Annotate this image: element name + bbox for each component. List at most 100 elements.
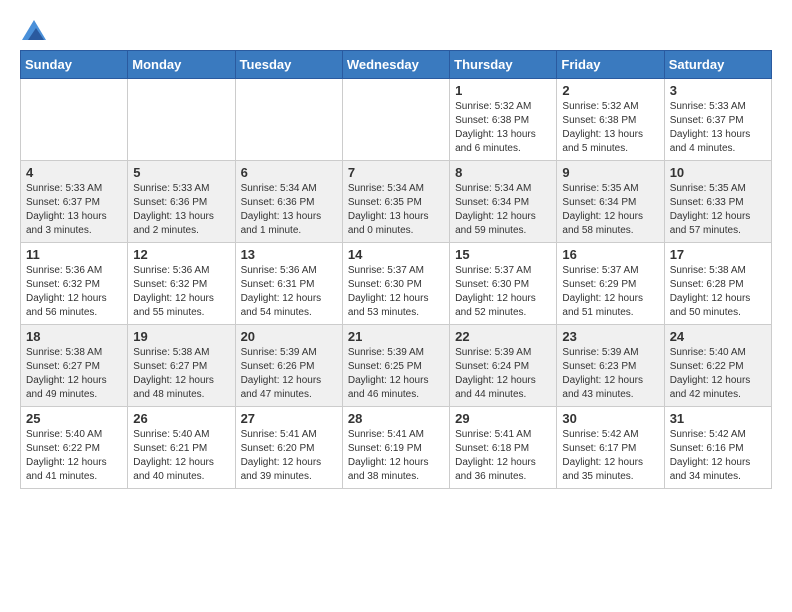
calendar-week-row-4: 18 Sunrise: 5:38 AMSunset: 6:27 PMDayligh…	[21, 325, 772, 407]
calendar-cell: 11Sunrise: 5:36 AMSunset: 6:32 PMDayligh…	[21, 243, 128, 325]
day-number: 20	[241, 329, 337, 344]
calendar-cell: 20 Sunrise: 5:39 AMSunset: 6:26 PMDayligh…	[235, 325, 342, 407]
calendar-cell: 22 Sunrise: 5:39 AMSunset: 6:24 PMDayligh…	[450, 325, 557, 407]
day-info: Sunrise: 5:41 AMSunset: 6:20 PMDaylight:…	[241, 428, 337, 484]
calendar-cell: 9 Sunrise: 5:35 AMSunset: 6:34 PMDaylight…	[557, 161, 664, 243]
day-info: Sunrise: 5:39 AMSunset: 6:23 PMDaylight:…	[562, 346, 658, 402]
day-number: 28	[348, 411, 444, 426]
calendar-cell: 3 Sunrise: 5:33 AMSunset: 6:37 PMDaylight…	[664, 79, 771, 161]
calendar-cell: 21Sunrise: 5:39 AMSunset: 6:25 PMDayligh…	[342, 325, 449, 407]
day-number: 22	[455, 329, 551, 344]
calendar-cell: 2Sunrise: 5:32 AMSunset: 6:38 PMDaylight…	[557, 79, 664, 161]
day-number: 18	[26, 329, 122, 344]
day-info: Sunrise: 5:37 AMSunset: 6:30 PMDaylight:…	[455, 264, 551, 320]
day-info: Sunrise: 5:32 AMSunset: 6:38 PMDaylight:…	[455, 100, 551, 156]
day-info: Sunrise: 5:34 AMSunset: 6:36 PMDaylight:…	[241, 182, 337, 238]
day-number: 17	[670, 247, 766, 262]
day-info: Sunrise: 5:42 AMSunset: 6:17 PMDaylight:…	[562, 428, 658, 484]
day-number: 26	[133, 411, 229, 426]
day-number: 6	[241, 165, 337, 180]
calendar-cell: 27 Sunrise: 5:41 AMSunset: 6:20 PMDayligh…	[235, 407, 342, 489]
day-number: 5	[133, 165, 229, 180]
calendar-cell: 10Sunrise: 5:35 AMSunset: 6:33 PMDayligh…	[664, 161, 771, 243]
weekday-header-row: SundayMondayTuesdayWednesdayThursdayFrid…	[21, 51, 772, 79]
day-info: Sunrise: 5:34 AMSunset: 6:34 PMDaylight:…	[455, 182, 551, 238]
day-number: 4	[26, 165, 122, 180]
calendar-cell: 29 Sunrise: 5:41 AMSunset: 6:18 PMDayligh…	[450, 407, 557, 489]
day-number: 15	[455, 247, 551, 262]
day-info: Sunrise: 5:38 AMSunset: 6:27 PMDaylight:…	[26, 346, 122, 402]
calendar-cell: 14 Sunrise: 5:37 AMSunset: 6:30 PMDayligh…	[342, 243, 449, 325]
day-info: Sunrise: 5:35 AMSunset: 6:34 PMDaylight:…	[562, 182, 658, 238]
calendar-cell: 6 Sunrise: 5:34 AMSunset: 6:36 PMDaylight…	[235, 161, 342, 243]
day-number: 30	[562, 411, 658, 426]
day-info: Sunrise: 5:33 AMSunset: 6:37 PMDaylight:…	[26, 182, 122, 238]
calendar-cell: 30 Sunrise: 5:42 AMSunset: 6:17 PMDayligh…	[557, 407, 664, 489]
calendar-cell: 8 Sunrise: 5:34 AMSunset: 6:34 PMDaylight…	[450, 161, 557, 243]
day-info: Sunrise: 5:38 AMSunset: 6:27 PMDaylight:…	[133, 346, 229, 402]
day-info: Sunrise: 5:37 AMSunset: 6:29 PMDaylight:…	[562, 264, 658, 320]
day-number: 31	[670, 411, 766, 426]
day-number: 23	[562, 329, 658, 344]
calendar-week-row-3: 11Sunrise: 5:36 AMSunset: 6:32 PMDayligh…	[21, 243, 772, 325]
day-info: Sunrise: 5:41 AMSunset: 6:19 PMDaylight:…	[348, 428, 444, 484]
day-number: 19	[133, 329, 229, 344]
day-number: 8	[455, 165, 551, 180]
day-info: Sunrise: 5:41 AMSunset: 6:18 PMDaylight:…	[455, 428, 551, 484]
logo-icon	[22, 20, 46, 40]
day-number: 10	[670, 165, 766, 180]
weekday-header-thursday: Thursday	[450, 51, 557, 79]
day-info: Sunrise: 5:40 AMSunset: 6:22 PMDaylight:…	[26, 428, 122, 484]
day-info: Sunrise: 5:40 AMSunset: 6:21 PMDaylight:…	[133, 428, 229, 484]
day-number: 13	[241, 247, 337, 262]
weekday-header-friday: Friday	[557, 51, 664, 79]
calendar-cell: 24 Sunrise: 5:40 AMSunset: 6:22 PMDayligh…	[664, 325, 771, 407]
calendar-cell: 13 Sunrise: 5:36 AMSunset: 6:31 PMDayligh…	[235, 243, 342, 325]
calendar-cell: 12Sunrise: 5:36 AMSunset: 6:32 PMDayligh…	[128, 243, 235, 325]
calendar-week-row-1: 1Sunrise: 5:32 AMSunset: 6:38 PMDaylight…	[21, 79, 772, 161]
day-info: Sunrise: 5:33 AMSunset: 6:37 PMDaylight:…	[670, 100, 766, 156]
day-info: Sunrise: 5:36 AMSunset: 6:32 PMDaylight:…	[133, 264, 229, 320]
page-header	[20, 20, 772, 40]
day-info: Sunrise: 5:33 AMSunset: 6:36 PMDaylight:…	[133, 182, 229, 238]
calendar-cell	[128, 79, 235, 161]
calendar-cell	[235, 79, 342, 161]
day-number: 2	[562, 83, 658, 98]
day-info: Sunrise: 5:36 AMSunset: 6:32 PMDaylight:…	[26, 264, 122, 320]
calendar-cell: 26 Sunrise: 5:40 AMSunset: 6:21 PMDayligh…	[128, 407, 235, 489]
calendar-table: SundayMondayTuesdayWednesdayThursdayFrid…	[20, 50, 772, 489]
calendar-cell: 15 Sunrise: 5:37 AMSunset: 6:30 PMDayligh…	[450, 243, 557, 325]
calendar-cell: 5 Sunrise: 5:33 AMSunset: 6:36 PMDaylight…	[128, 161, 235, 243]
day-info: Sunrise: 5:39 AMSunset: 6:26 PMDaylight:…	[241, 346, 337, 402]
calendar-cell: 18 Sunrise: 5:38 AMSunset: 6:27 PMDayligh…	[21, 325, 128, 407]
day-number: 3	[670, 83, 766, 98]
weekday-header-tuesday: Tuesday	[235, 51, 342, 79]
weekday-header-sunday: Sunday	[21, 51, 128, 79]
calendar-cell: 16 Sunrise: 5:37 AMSunset: 6:29 PMDayligh…	[557, 243, 664, 325]
day-info: Sunrise: 5:36 AMSunset: 6:31 PMDaylight:…	[241, 264, 337, 320]
day-info: Sunrise: 5:38 AMSunset: 6:28 PMDaylight:…	[670, 264, 766, 320]
calendar-cell: 28 Sunrise: 5:41 AMSunset: 6:19 PMDayligh…	[342, 407, 449, 489]
calendar-cell: 1Sunrise: 5:32 AMSunset: 6:38 PMDaylight…	[450, 79, 557, 161]
logo	[20, 20, 46, 40]
calendar-cell: 7Sunrise: 5:34 AMSunset: 6:35 PMDaylight…	[342, 161, 449, 243]
calendar-cell: 19 Sunrise: 5:38 AMSunset: 6:27 PMDayligh…	[128, 325, 235, 407]
day-number: 9	[562, 165, 658, 180]
day-info: Sunrise: 5:39 AMSunset: 6:24 PMDaylight:…	[455, 346, 551, 402]
calendar-cell: 23 Sunrise: 5:39 AMSunset: 6:23 PMDayligh…	[557, 325, 664, 407]
calendar-week-row-2: 4 Sunrise: 5:33 AMSunset: 6:37 PMDaylight…	[21, 161, 772, 243]
day-info: Sunrise: 5:34 AMSunset: 6:35 PMDaylight:…	[348, 182, 444, 238]
day-info: Sunrise: 5:37 AMSunset: 6:30 PMDaylight:…	[348, 264, 444, 320]
weekday-header-saturday: Saturday	[664, 51, 771, 79]
day-number: 24	[670, 329, 766, 344]
day-number: 25	[26, 411, 122, 426]
day-number: 27	[241, 411, 337, 426]
weekday-header-monday: Monday	[128, 51, 235, 79]
day-number: 16	[562, 247, 658, 262]
day-info: Sunrise: 5:42 AMSunset: 6:16 PMDaylight:…	[670, 428, 766, 484]
day-info: Sunrise: 5:40 AMSunset: 6:22 PMDaylight:…	[670, 346, 766, 402]
calendar-cell: 31 Sunrise: 5:42 AMSunset: 6:16 PMDayligh…	[664, 407, 771, 489]
day-number: 29	[455, 411, 551, 426]
day-number: 14	[348, 247, 444, 262]
calendar-cell: 17 Sunrise: 5:38 AMSunset: 6:28 PMDayligh…	[664, 243, 771, 325]
